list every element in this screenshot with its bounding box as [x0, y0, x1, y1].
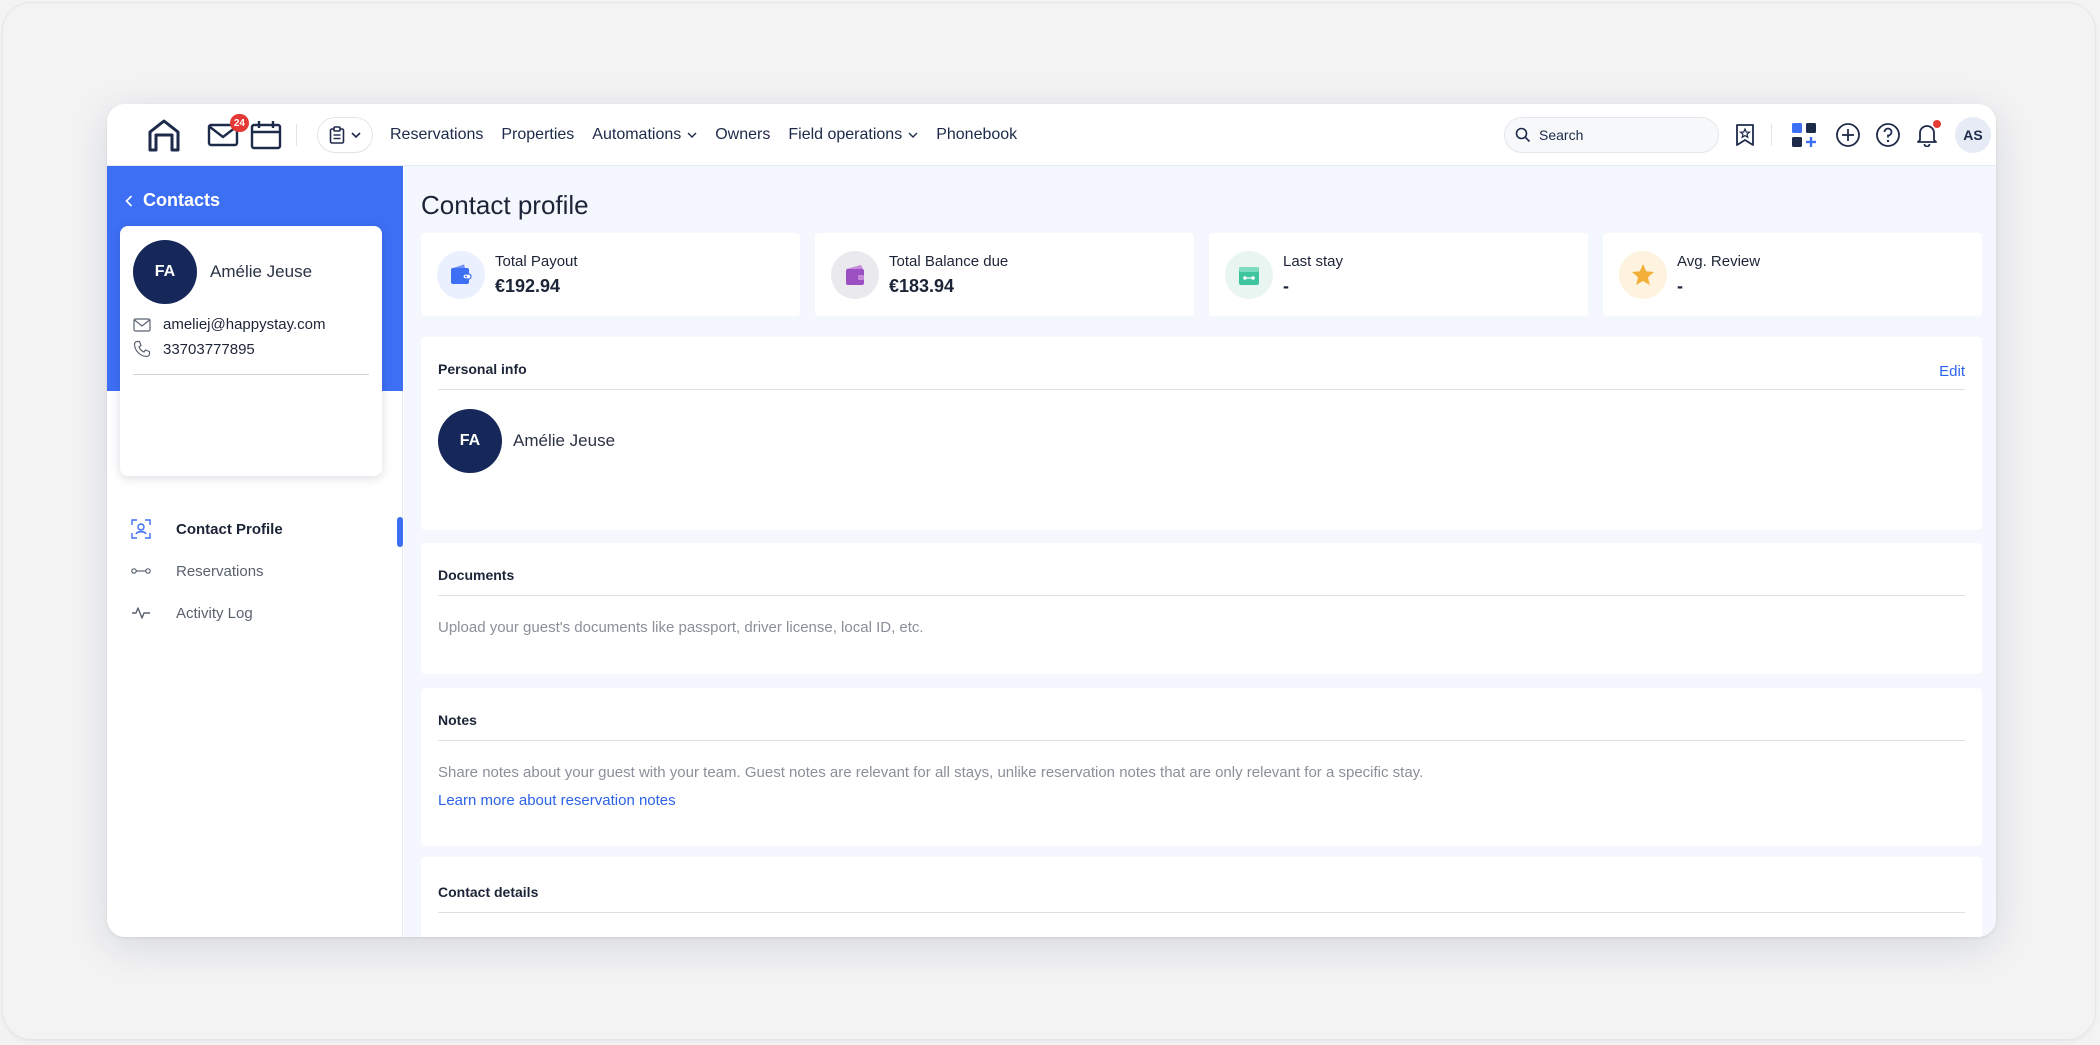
nav-automations[interactable]: Automations — [592, 126, 697, 144]
wallet-purple-icon — [831, 250, 879, 299]
sidebar-menu: Contact Profile Reservations Activity Lo… — [107, 508, 403, 634]
help-icon[interactable] — [1875, 122, 1901, 148]
add-icon[interactable] — [1835, 122, 1861, 148]
back-to-contacts-link[interactable]: Contacts — [125, 190, 220, 211]
nav-field-operations[interactable]: Field operations — [788, 126, 918, 144]
user-avatar[interactable]: AS — [1955, 117, 1991, 153]
divider — [438, 740, 1965, 741]
contact-name: Amélie Jeuse — [210, 262, 313, 281]
divider — [296, 124, 297, 146]
nav-owners[interactable]: Owners — [715, 126, 770, 144]
nav-properties[interactable]: Properties — [501, 126, 574, 144]
user-scan-icon — [131, 519, 151, 539]
personal-info-section: Personal info Edit FA Amélie Jeuse — [421, 337, 1982, 530]
contact-details-section: Contact details — [421, 857, 1982, 937]
sidebar-item-activity-log[interactable]: Activity Log — [107, 592, 403, 634]
top-bar: 24 Reservations Properties Automations O… — [107, 104, 1996, 166]
sidebar: Contacts FA Amélie Jeuse ameliej@happyst… — [107, 166, 403, 937]
mail-icon[interactable]: 24 — [207, 114, 249, 148]
sidebar-item-contact-profile[interactable]: Contact Profile — [107, 508, 403, 550]
apps-grid-icon[interactable] — [1791, 122, 1817, 148]
divider — [438, 389, 1965, 390]
contact-email[interactable]: ameliej@happystay.com — [163, 316, 326, 333]
key-icon — [131, 568, 151, 574]
bookmark-star-icon[interactable] — [1734, 123, 1756, 147]
divider — [438, 595, 1965, 596]
contact-avatar: FA — [438, 409, 502, 473]
clipboard-icon — [329, 126, 345, 144]
nav-label: Automations — [592, 126, 682, 143]
stat-card-last-stay: Last stay - — [1209, 233, 1588, 316]
calendar-icon[interactable] — [250, 120, 282, 150]
star-icon — [1619, 250, 1667, 299]
stat-value: - — [1677, 275, 1683, 296]
chevron-left-icon — [125, 194, 133, 207]
chevron-down-icon — [908, 132, 918, 138]
stat-label: Avg. Review — [1677, 252, 1761, 270]
divider — [133, 374, 369, 375]
stat-value: - — [1283, 275, 1289, 296]
wallet-icon — [437, 250, 485, 299]
contact-phone-row: 33703777895 — [133, 340, 255, 358]
calendar-icon — [1225, 250, 1273, 299]
mail-icon — [133, 317, 151, 332]
nav-phonebook[interactable]: Phonebook — [936, 126, 1017, 144]
home-logo-icon[interactable] — [147, 118, 181, 152]
section-title: Notes — [438, 712, 477, 728]
tasks-dropdown-button[interactable] — [317, 117, 373, 153]
main-nav: Reservations Properties Automations Owne… — [390, 104, 1017, 166]
section-title: Contact details — [438, 884, 539, 900]
nav-label: Phonebook — [936, 126, 1018, 143]
chevron-down-icon — [351, 131, 361, 138]
page-title: Contact profile — [421, 190, 589, 220]
nav-label: Properties — [501, 126, 575, 143]
divider — [438, 912, 1965, 913]
sidebar-item-label: Activity Log — [176, 604, 253, 622]
stat-value: €192.94 — [495, 275, 561, 296]
contact-phone[interactable]: 33703777895 — [163, 341, 255, 358]
notifications-bell-icon[interactable] — [1915, 120, 1941, 148]
documents-section: Documents Upload your guest's documents … — [421, 543, 1982, 674]
nav-label: Reservations — [390, 126, 484, 143]
notification-dot — [1933, 120, 1941, 128]
stat-card-total-balance-due: Total Balance due €183.94 — [815, 233, 1194, 316]
notes-hint: Share notes about your guest with your t… — [438, 764, 1424, 781]
search-input[interactable] — [1539, 127, 1699, 143]
contact-name: Amélie Jeuse — [513, 431, 616, 450]
stat-card-total-payout: Total Payout €192.94 — [421, 233, 800, 316]
sidebar-item-label: Reservations — [176, 562, 264, 580]
nav-reservations[interactable]: Reservations — [390, 126, 483, 144]
divider — [1771, 124, 1772, 146]
main-content: Contact profile Total Payout €192.94 Tot… — [404, 166, 1996, 937]
notes-section: Notes Share notes about your guest with … — [421, 688, 1982, 846]
contact-email-row: ameliej@happystay.com — [133, 316, 326, 333]
sidebar-item-reservations[interactable]: Reservations — [107, 550, 403, 592]
back-label: Contacts — [143, 190, 221, 210]
app-window: 24 Reservations Properties Automations O… — [107, 104, 1996, 937]
stat-value: €183.94 — [889, 275, 955, 296]
reservation-notes-link[interactable]: Learn more about reservation notes — [438, 792, 676, 809]
contact-avatar: FA — [133, 240, 197, 304]
documents-hint: Upload your guest's documents like passp… — [438, 619, 924, 636]
edit-button[interactable]: Edit — [1939, 363, 1965, 380]
stat-label: Total Balance due — [889, 252, 1009, 270]
section-title: Documents — [438, 567, 515, 583]
stat-label: Last stay — [1283, 252, 1344, 270]
stat-card-avg-review: Avg. Review - — [1603, 233, 1982, 316]
contact-card: FA Amélie Jeuse ameliej@happystay.com 33… — [120, 226, 382, 476]
phone-icon — [133, 340, 151, 358]
activity-icon — [132, 607, 150, 619]
nav-label: Field operations — [788, 126, 903, 143]
mail-badge: 24 — [229, 114, 249, 132]
active-indicator — [397, 517, 403, 547]
chevron-down-icon — [687, 132, 697, 138]
search-icon — [1515, 127, 1531, 143]
search-box[interactable] — [1504, 117, 1719, 153]
stat-label: Total Payout — [495, 252, 578, 270]
sidebar-item-label: Contact Profile — [176, 520, 283, 538]
nav-label: Owners — [715, 126, 771, 143]
section-title: Personal info — [438, 361, 527, 377]
